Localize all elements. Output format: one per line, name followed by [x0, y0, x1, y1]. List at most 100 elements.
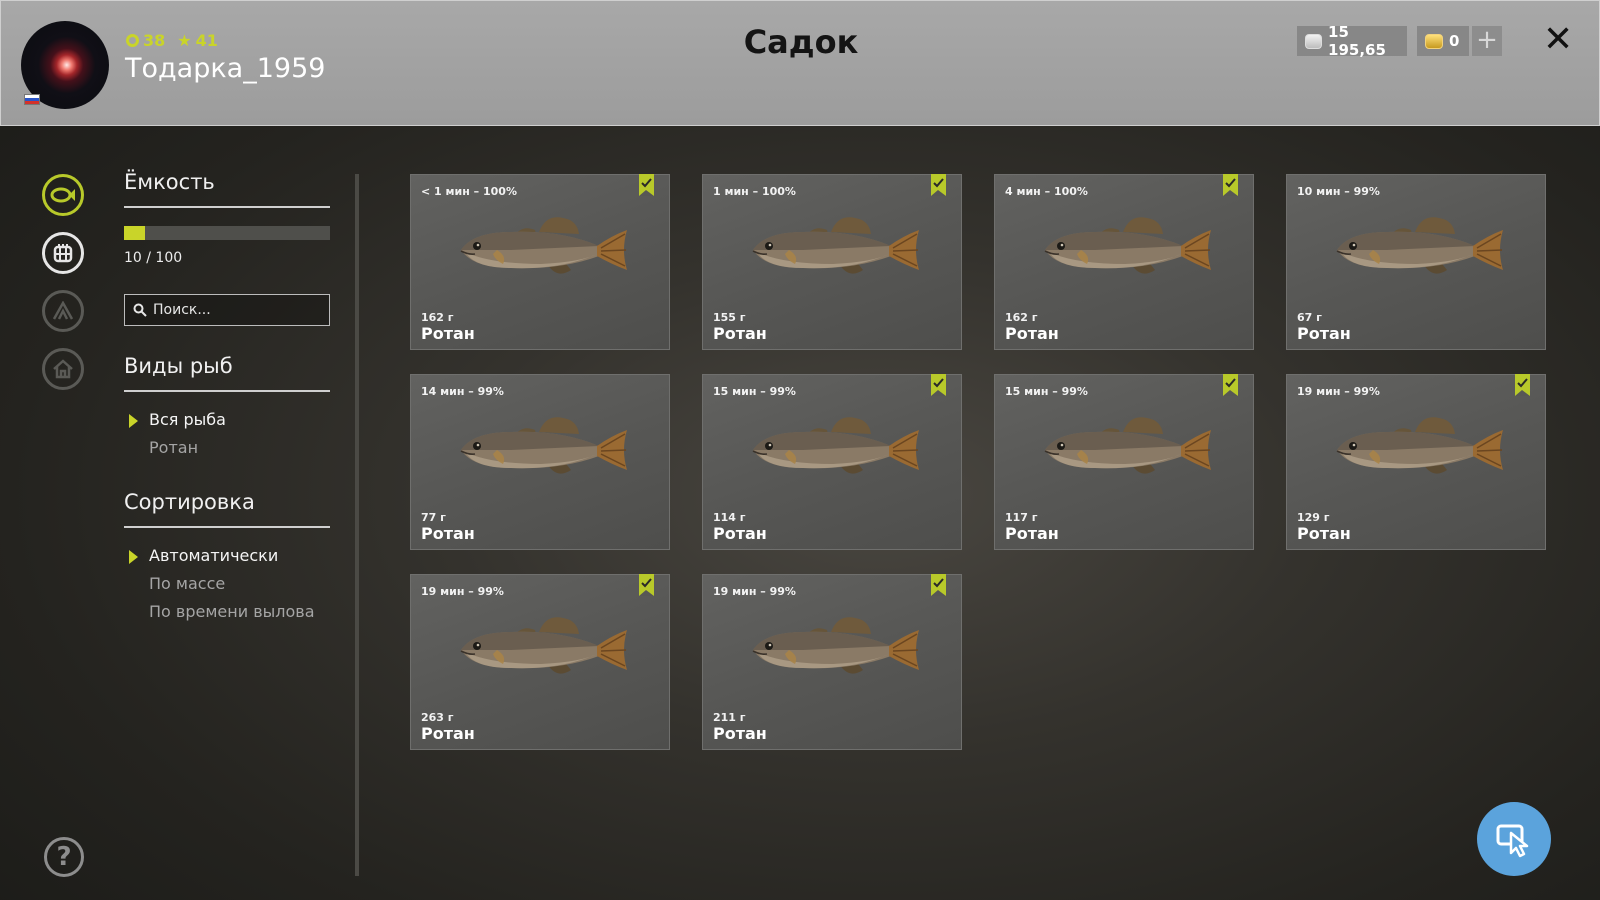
fish-catch-time: 19 мин – 99%: [1297, 385, 1380, 398]
gold-balance: 0: [1417, 26, 1469, 56]
add-gold-button[interactable]: +: [1472, 26, 1502, 56]
fish-card[interactable]: < 1 мин – 100% 162 г Ротан: [410, 174, 670, 350]
player-level-value: 38: [143, 31, 166, 50]
search-placeholder: Поиск...: [153, 302, 211, 318]
sort-item-weight[interactable]: По массе: [124, 570, 330, 598]
bookmark-check-icon[interactable]: [639, 574, 654, 596]
fish-weight: 211 г: [713, 711, 746, 724]
species-item-label: Ротан: [149, 438, 199, 457]
sort-item-label: Автоматически: [149, 546, 279, 565]
fish-catch-time: 15 мин – 99%: [713, 385, 796, 398]
fish-card[interactable]: 19 мин – 99% 263 г Ротан: [410, 574, 670, 750]
filter-panel: Ёмкость 10 / 100 Поиск... Виды рыб Вся р…: [124, 170, 330, 626]
gold-balance-value: 0: [1449, 32, 1460, 50]
help-button[interactable]: ?: [44, 837, 84, 877]
bookmark-check-icon[interactable]: [639, 174, 654, 196]
capacity-bar-fill: [124, 226, 145, 240]
search-icon: [133, 303, 147, 317]
species-item-label: Вся рыба: [149, 410, 226, 429]
fish-card[interactable]: 14 мин – 99% 77 г Ротан: [410, 374, 670, 550]
home-tab-icon[interactable]: [42, 348, 84, 390]
bookmark-check-icon[interactable]: [1515, 374, 1530, 396]
silver-coins-icon: [1305, 33, 1323, 49]
selected-arrow-icon: [129, 414, 138, 428]
fish-name: Ротан: [1005, 324, 1059, 343]
rotan-fish-image: [1327, 410, 1507, 490]
fish-card[interactable]: 15 мин – 99% 117 г Ротан: [994, 374, 1254, 550]
rotan-fish-image: [451, 410, 631, 490]
cursor-icon: [1496, 824, 1529, 858]
fish-catch-time: 15 мин – 99%: [1005, 385, 1088, 398]
sort-item-time[interactable]: По времени вылова: [124, 598, 330, 626]
fish-tab-icon[interactable]: [42, 174, 84, 216]
rotan-fish-image: [743, 210, 923, 290]
player-name: Тодарка_1959: [125, 53, 326, 84]
fish-grid: < 1 мин – 100% 162 г Ротан 1 мин – 100% 15…: [410, 174, 1550, 774]
rotan-fish-image: [743, 410, 923, 490]
bookmark-check-icon[interactable]: [1223, 174, 1238, 196]
player-level: 38: [126, 31, 165, 50]
fish-card[interactable]: 19 мин – 99% 211 г Ротан: [702, 574, 962, 750]
country-flag-icon: [24, 94, 40, 105]
bookmark-check-icon[interactable]: [931, 174, 946, 196]
panel-divider: [355, 174, 359, 876]
player-rank: ★ 41: [177, 31, 218, 50]
header-bar: 38 ★ 41 Тодарка_1959 Садок 15 195,65 0 +…: [0, 0, 1600, 126]
capacity-bar: [124, 226, 330, 240]
fish-card[interactable]: 10 мин – 99% 67 г Ротан: [1286, 174, 1546, 350]
fish-catch-time: < 1 мин – 100%: [421, 185, 517, 198]
capacity-title: Ёмкость: [124, 170, 330, 208]
fish-weight: 77 г: [421, 511, 446, 524]
fish-name: Ротан: [421, 724, 475, 743]
fish-card[interactable]: 15 мин – 99% 114 г Ротан: [702, 374, 962, 550]
bookmark-check-icon[interactable]: [931, 574, 946, 596]
close-button[interactable]: ✕: [1543, 19, 1573, 60]
rotan-fish-image: [743, 610, 923, 690]
fish-weight: 129 г: [1297, 511, 1330, 524]
fish-name: Ротан: [421, 524, 475, 543]
sort-title: Сортировка: [124, 490, 330, 528]
fish-weight: 155 г: [713, 311, 746, 324]
star-icon: ★: [177, 31, 192, 50]
level-icon: [126, 34, 139, 47]
species-title: Виды рыб: [124, 354, 330, 392]
fish-name: Ротан: [713, 324, 767, 343]
fish-name: Ротан: [713, 724, 767, 743]
fish-weight: 117 г: [1005, 511, 1038, 524]
fish-card[interactable]: 1 мин – 100% 155 г Ротан: [702, 174, 962, 350]
fish-weight: 67 г: [1297, 311, 1322, 324]
fish-catch-time: 10 мин – 99%: [1297, 185, 1380, 198]
fish-weight: 162 г: [1005, 311, 1038, 324]
bookmark-check-icon[interactable]: [1223, 374, 1238, 396]
rotan-fish-image: [451, 610, 631, 690]
sort-item-label: По массе: [149, 574, 226, 593]
rotan-fish-image: [1327, 210, 1507, 290]
fish-card[interactable]: 4 мин – 100% 162 г Ротан: [994, 174, 1254, 350]
species-item-rotan[interactable]: Ротан: [124, 434, 330, 462]
selected-arrow-icon: [129, 550, 138, 564]
fish-weight: 114 г: [713, 511, 746, 524]
silver-balance-value: 15 195,65: [1328, 23, 1386, 59]
fish-catch-time: 1 мин – 100%: [713, 185, 796, 198]
fish-card[interactable]: 19 мин – 99% 129 г Ротан: [1286, 374, 1546, 550]
species-item-all[interactable]: Вся рыба: [124, 406, 330, 434]
rotan-fish-image: [451, 210, 631, 290]
fish-weight: 263 г: [421, 711, 454, 724]
bookmark-check-icon[interactable]: [931, 374, 946, 396]
sort-list: Автоматически По массе По времени вылова: [124, 542, 330, 626]
rotan-fish-image: [1035, 410, 1215, 490]
sort-item-label: По времени вылова: [149, 602, 315, 621]
rotan-fish-image: [1035, 210, 1215, 290]
fish-name: Ротан: [1297, 324, 1351, 343]
fish-name: Ротан: [421, 324, 475, 343]
keepnet-tab-icon[interactable]: [42, 232, 84, 274]
fish-catch-time: 19 мин – 99%: [421, 585, 504, 598]
player-rank-value: 41: [195, 31, 218, 50]
sort-item-auto[interactable]: Автоматически: [124, 542, 330, 570]
species-list: Вся рыба Ротан: [124, 406, 330, 462]
fish-name: Ротан: [713, 524, 767, 543]
search-input[interactable]: Поиск...: [124, 294, 330, 326]
cursor-mode-button[interactable]: [1477, 802, 1551, 876]
fish-name: Ротан: [1297, 524, 1351, 543]
tent-tab-icon[interactable]: [42, 290, 84, 332]
